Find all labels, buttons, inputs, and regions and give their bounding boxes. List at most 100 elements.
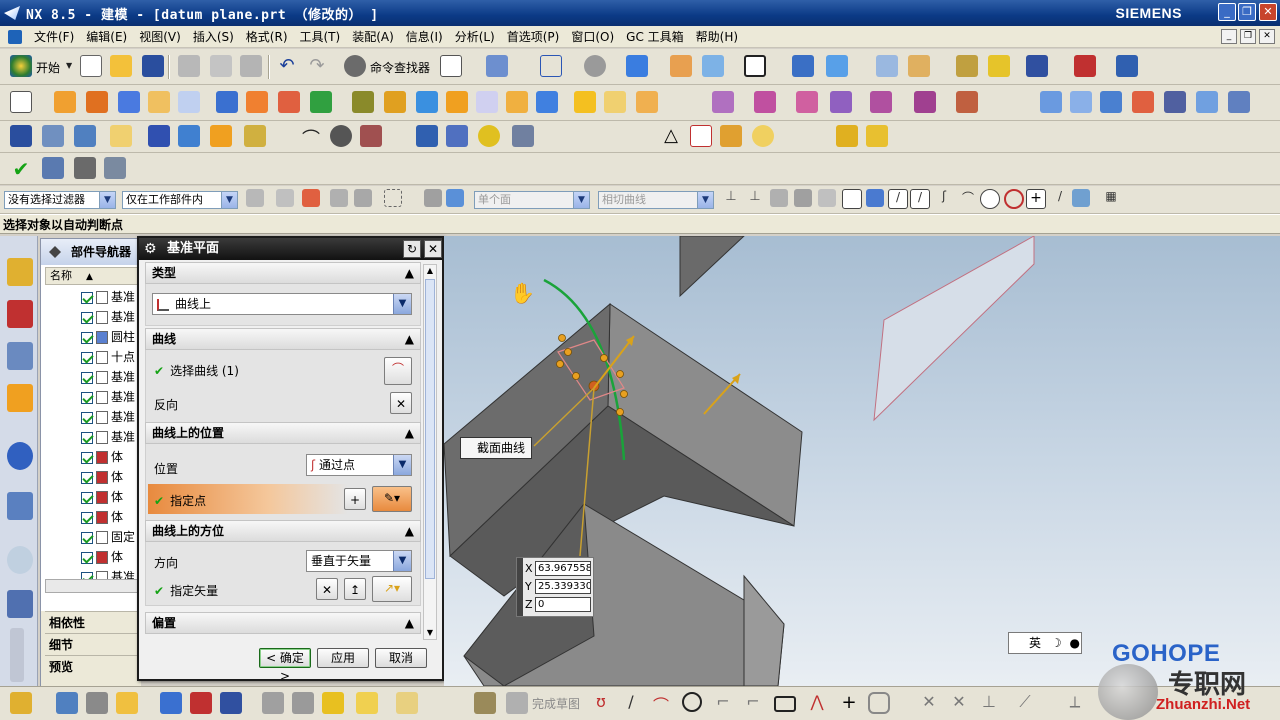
shell-icon[interactable] xyxy=(446,91,468,113)
analysis-shape-icon[interactable] xyxy=(1228,91,1250,113)
surface-icon[interactable] xyxy=(754,91,776,113)
snap-point-icon[interactable] xyxy=(842,189,862,209)
follow-fillet-icon[interactable]: ⊥ xyxy=(746,189,764,207)
maximize-button[interactable]: ❐ xyxy=(1238,3,1256,21)
x-form-icon[interactable] xyxy=(1132,91,1154,113)
save-icon[interactable] xyxy=(142,55,164,77)
visibility-checkbox[interactable] xyxy=(81,431,93,444)
start-button[interactable]: 开始 xyxy=(36,59,60,76)
move-face-icon[interactable] xyxy=(604,91,626,113)
point-on-surface-icon[interactable]: / xyxy=(1050,189,1070,209)
rectangle-select-icon[interactable] xyxy=(384,189,402,207)
menu-item[interactable]: 首选项(P) xyxy=(501,28,566,45)
trim-body-icon[interactable] xyxy=(352,91,374,113)
doc-close-button[interactable]: ✕ xyxy=(1259,29,1275,44)
navigator-row[interactable]: 体 xyxy=(81,507,139,527)
direction-select[interactable]: 垂直于矢量 ▼ xyxy=(306,550,412,572)
auto-constraint-icon[interactable] xyxy=(292,692,314,714)
point-on-curve-icon[interactable]: + xyxy=(1026,189,1046,209)
check-geometry-icon[interactable] xyxy=(42,157,64,179)
start-icon[interactable] xyxy=(10,55,32,77)
sketch-select-icon[interactable] xyxy=(770,189,788,207)
bridge-curve-icon[interactable] xyxy=(1196,91,1218,113)
part-navigator-icon[interactable] xyxy=(7,342,33,370)
menu-item[interactable]: GC 工具箱 xyxy=(620,28,690,45)
profile-icon[interactable]: ʊ xyxy=(590,692,612,714)
menu-item[interactable]: 工具(T) xyxy=(294,28,347,45)
replace-face-icon[interactable] xyxy=(574,91,596,113)
subtract-icon[interactable] xyxy=(310,91,332,113)
visibility-checkbox[interactable] xyxy=(81,391,93,404)
point-sketch-icon[interactable]: + xyxy=(838,692,860,714)
navigator-row[interactable]: 基准 xyxy=(81,387,139,407)
orientation-group-header[interactable]: 曲线上的方位 ▲ xyxy=(145,520,421,542)
arc-center-icon[interactable] xyxy=(980,189,1000,209)
navigator-row[interactable]: 基准 xyxy=(81,367,139,387)
select-curve-row[interactable]: ✔ 选择曲线 (1) xyxy=(154,362,239,379)
menu-item[interactable]: 编辑(E) xyxy=(80,28,133,45)
app-menu-icon[interactable] xyxy=(8,29,22,44)
extract-icon[interactable] xyxy=(956,91,978,113)
thicken-icon[interactable] xyxy=(536,91,558,113)
face-select-icon[interactable] xyxy=(446,189,464,207)
boss-icon[interactable] xyxy=(178,91,200,113)
visibility-checkbox[interactable] xyxy=(81,311,93,324)
scroll-thumb[interactable] xyxy=(425,279,435,579)
navigator-row[interactable]: 体 xyxy=(81,467,139,487)
type-select[interactable]: 曲线上 ▼ xyxy=(152,293,412,315)
scroll-down-icon[interactable]: ▼ xyxy=(425,628,435,638)
close-window-button[interactable]: ✕ xyxy=(1259,3,1277,21)
new-file-icon[interactable] xyxy=(80,55,102,77)
menu-item[interactable]: 格式(R) xyxy=(240,28,294,45)
navigator-row[interactable]: 体 xyxy=(81,487,139,507)
navigator-row[interactable]: 体 xyxy=(81,547,139,567)
wcs-icon[interactable] xyxy=(792,55,814,77)
sketch-point-icon[interactable] xyxy=(116,692,138,714)
reverse-direction-button[interactable]: ✕ xyxy=(390,392,412,414)
vector-dialog-button[interactable]: ↥ xyxy=(344,578,366,600)
grid-icon[interactable]: ▦ xyxy=(1102,189,1120,207)
type-filter-select[interactable]: 没有选择过滤器 ▼ xyxy=(4,191,116,209)
navigator-row[interactable]: 圆柱 xyxy=(81,327,139,347)
quick-extend-icon[interactable]: ✕ xyxy=(948,692,970,714)
group-icon[interactable] xyxy=(74,125,96,147)
reverse-vector-button[interactable]: ✕ xyxy=(316,578,338,600)
cut-icon[interactable] xyxy=(178,55,200,77)
render-style-icon[interactable] xyxy=(584,55,606,77)
edge-select-icon[interactable] xyxy=(794,189,812,207)
sweep-icon[interactable] xyxy=(796,91,818,113)
extrude-icon[interactable] xyxy=(54,91,76,113)
four-point-icon[interactable] xyxy=(1070,91,1092,113)
filter-reset-icon[interactable] xyxy=(246,189,264,207)
ok-button[interactable]: < 确定 > xyxy=(259,648,311,683)
block-icon[interactable] xyxy=(118,91,140,113)
scroll-up-icon[interactable]: ▲ xyxy=(425,266,435,276)
menu-item[interactable]: 插入(S) xyxy=(187,28,240,45)
coord-drag-handle[interactable] xyxy=(517,558,523,616)
examine-icon[interactable] xyxy=(74,157,96,179)
cylinder-tool-icon[interactable] xyxy=(416,125,438,147)
offset-group-header[interactable]: 偏置 ▲ xyxy=(145,612,421,634)
visibility-checkbox[interactable] xyxy=(81,291,93,304)
visibility-checkbox[interactable] xyxy=(81,531,93,544)
dialog-reset-icon[interactable]: ↻ xyxy=(403,240,421,258)
navigator-row[interactable]: 固定 xyxy=(81,527,139,547)
control-point-icon[interactable]: ʃ xyxy=(934,189,954,209)
visibility-checkbox[interactable] xyxy=(81,511,93,524)
assembly-add-icon[interactable] xyxy=(866,125,888,147)
chamfer-sketch-icon[interactable]: ⌐ xyxy=(742,692,764,714)
rapid-dimension-icon[interactable]: ⟋ xyxy=(1014,692,1036,714)
assembly-icon[interactable] xyxy=(876,55,898,77)
point-dialog-button[interactable]: + xyxy=(344,488,366,510)
show-constraints-icon[interactable] xyxy=(322,692,344,714)
dimension-icon[interactable]: ⌒ xyxy=(300,125,322,150)
point-constructor-icon[interactable] xyxy=(1072,189,1090,207)
layers-icon[interactable] xyxy=(42,125,64,147)
quadrant-point-icon[interactable] xyxy=(1004,189,1024,209)
menu-item[interactable]: 信息(I) xyxy=(400,28,449,45)
menu-item[interactable]: 装配(A) xyxy=(346,28,400,45)
delete-face-icon[interactable] xyxy=(636,91,658,113)
constraint-sketch-icon[interactable] xyxy=(262,692,284,714)
dialog-scrollbar[interactable]: ▲ ▼ xyxy=(423,264,437,640)
pipe-icon[interactable] xyxy=(446,125,468,147)
